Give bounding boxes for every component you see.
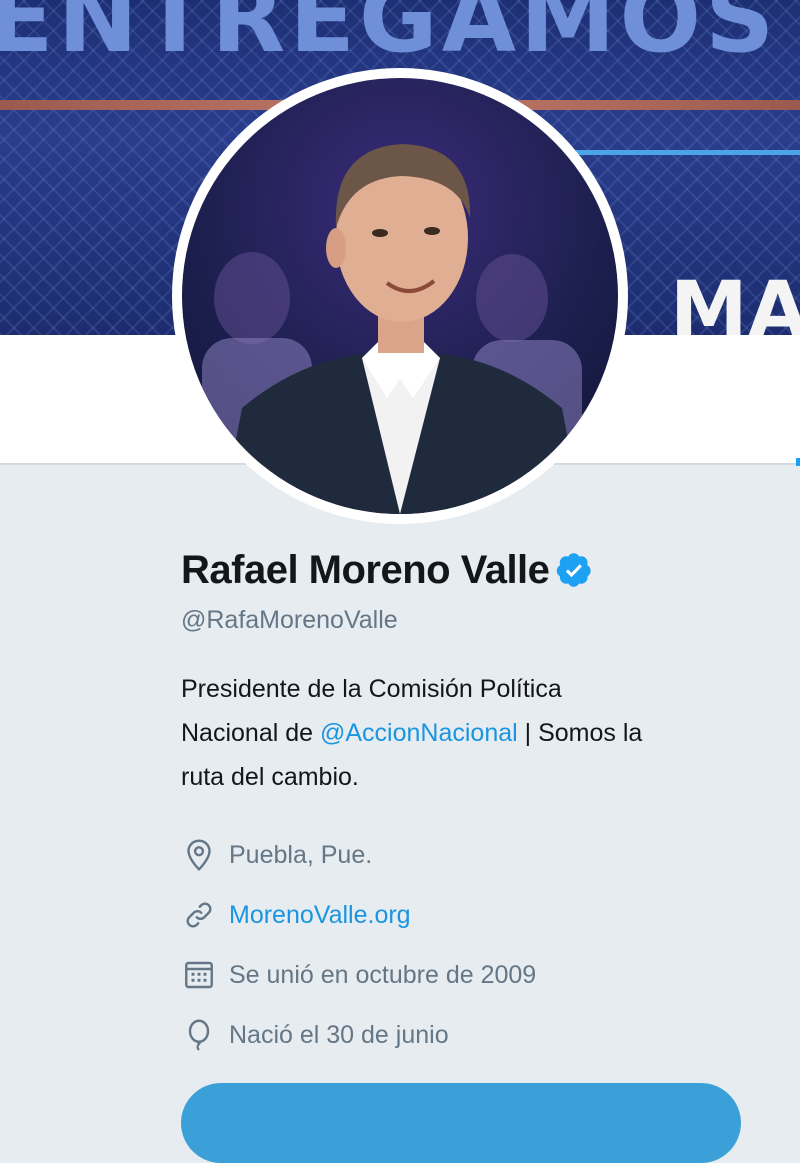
joined-item: Se unió en octubre de 2009 (181, 945, 781, 1005)
name-row: Rafael Moreno Valle (181, 540, 781, 600)
profile-info: Rafael Moreno Valle @RafaMorenoValle Pre… (181, 540, 781, 1065)
bio-line-3: ruta del cambio. (181, 763, 359, 791)
bio-line-1: Presidente de la Comisión Política (181, 675, 562, 703)
bio-mention-link[interactable]: @AccionNacional (320, 719, 518, 747)
profile-bio: Presidente de la Comisión Política Nacio… (181, 667, 771, 799)
nav-active-indicator (796, 458, 800, 466)
link-icon (181, 897, 217, 933)
banner-accent-line (560, 150, 800, 155)
location-text: Puebla, Pue. (229, 840, 373, 869)
balloon-icon (181, 1017, 217, 1053)
bio-line-2-suffix: | Somos la (517, 719, 643, 747)
website-item: MorenoValle.org (181, 885, 781, 945)
avatar-portrait-illustration (202, 144, 582, 514)
calendar-icon (181, 957, 217, 993)
profile-name[interactable]: Rafael Moreno Valle (181, 548, 550, 593)
banner-badge-text: MA (670, 266, 800, 335)
avatar-photo (182, 78, 618, 514)
birthday-item: Nació el 30 de junio (181, 1005, 781, 1065)
location-item: Puebla, Pue. (181, 825, 781, 885)
profile-meta: Puebla, Pue. MorenoValle.org Se unió en … (181, 825, 781, 1065)
verified-badge-icon (555, 551, 593, 589)
follow-button[interactable] (181, 1083, 741, 1163)
profile-handle[interactable]: @RafaMorenoValle (181, 606, 781, 635)
banner-headline-text: ENTREGAMOS (0, 0, 779, 74)
birthday-text: Nació el 30 de junio (229, 1020, 449, 1049)
bio-line-2-prefix: Nacional de (181, 719, 320, 747)
location-pin-icon (181, 837, 217, 873)
bio-line-2: Nacional de @AccionNacional | Somos la (181, 711, 771, 755)
joined-text: Se unió en octubre de 2009 (229, 960, 537, 989)
website-link[interactable]: MorenoValle.org (229, 901, 411, 930)
avatar[interactable] (172, 68, 628, 524)
